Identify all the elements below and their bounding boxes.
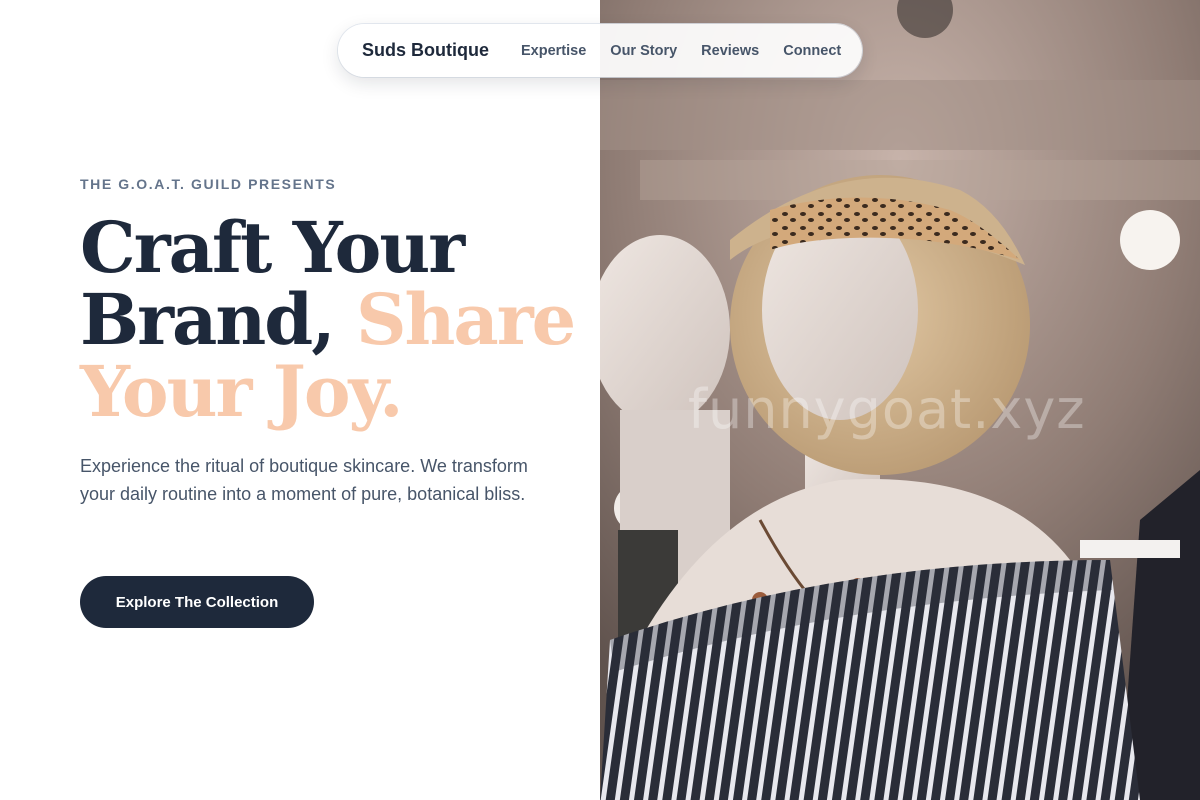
nav-links: Expertise Our Story Reviews Connect <box>521 43 841 59</box>
explore-collection-button[interactable]: Explore The Collection <box>80 576 314 628</box>
nav-link-reviews[interactable]: Reviews <box>701 43 759 59</box>
hero-headline: Craft Your Brand, Share Your Joy. <box>80 212 580 428</box>
watermark-text: funnygoat.xyz <box>688 378 1086 441</box>
brand-logo-text[interactable]: Suds Boutique <box>362 40 489 61</box>
top-navigation: Suds Boutique Expertise Our Story Review… <box>338 24 862 77</box>
nav-link-connect[interactable]: Connect <box>783 43 841 59</box>
nav-link-our-story[interactable]: Our Story <box>610 43 677 59</box>
hero-description: Experience the ritual of boutique skinca… <box>80 456 528 504</box>
hero-eyebrow: THE G.O.A.T. GUILD PRESENTS <box>80 176 337 192</box>
nav-link-expertise[interactable]: Expertise <box>521 43 586 59</box>
hero-image: funnygoat.xyz <box>600 0 1200 800</box>
